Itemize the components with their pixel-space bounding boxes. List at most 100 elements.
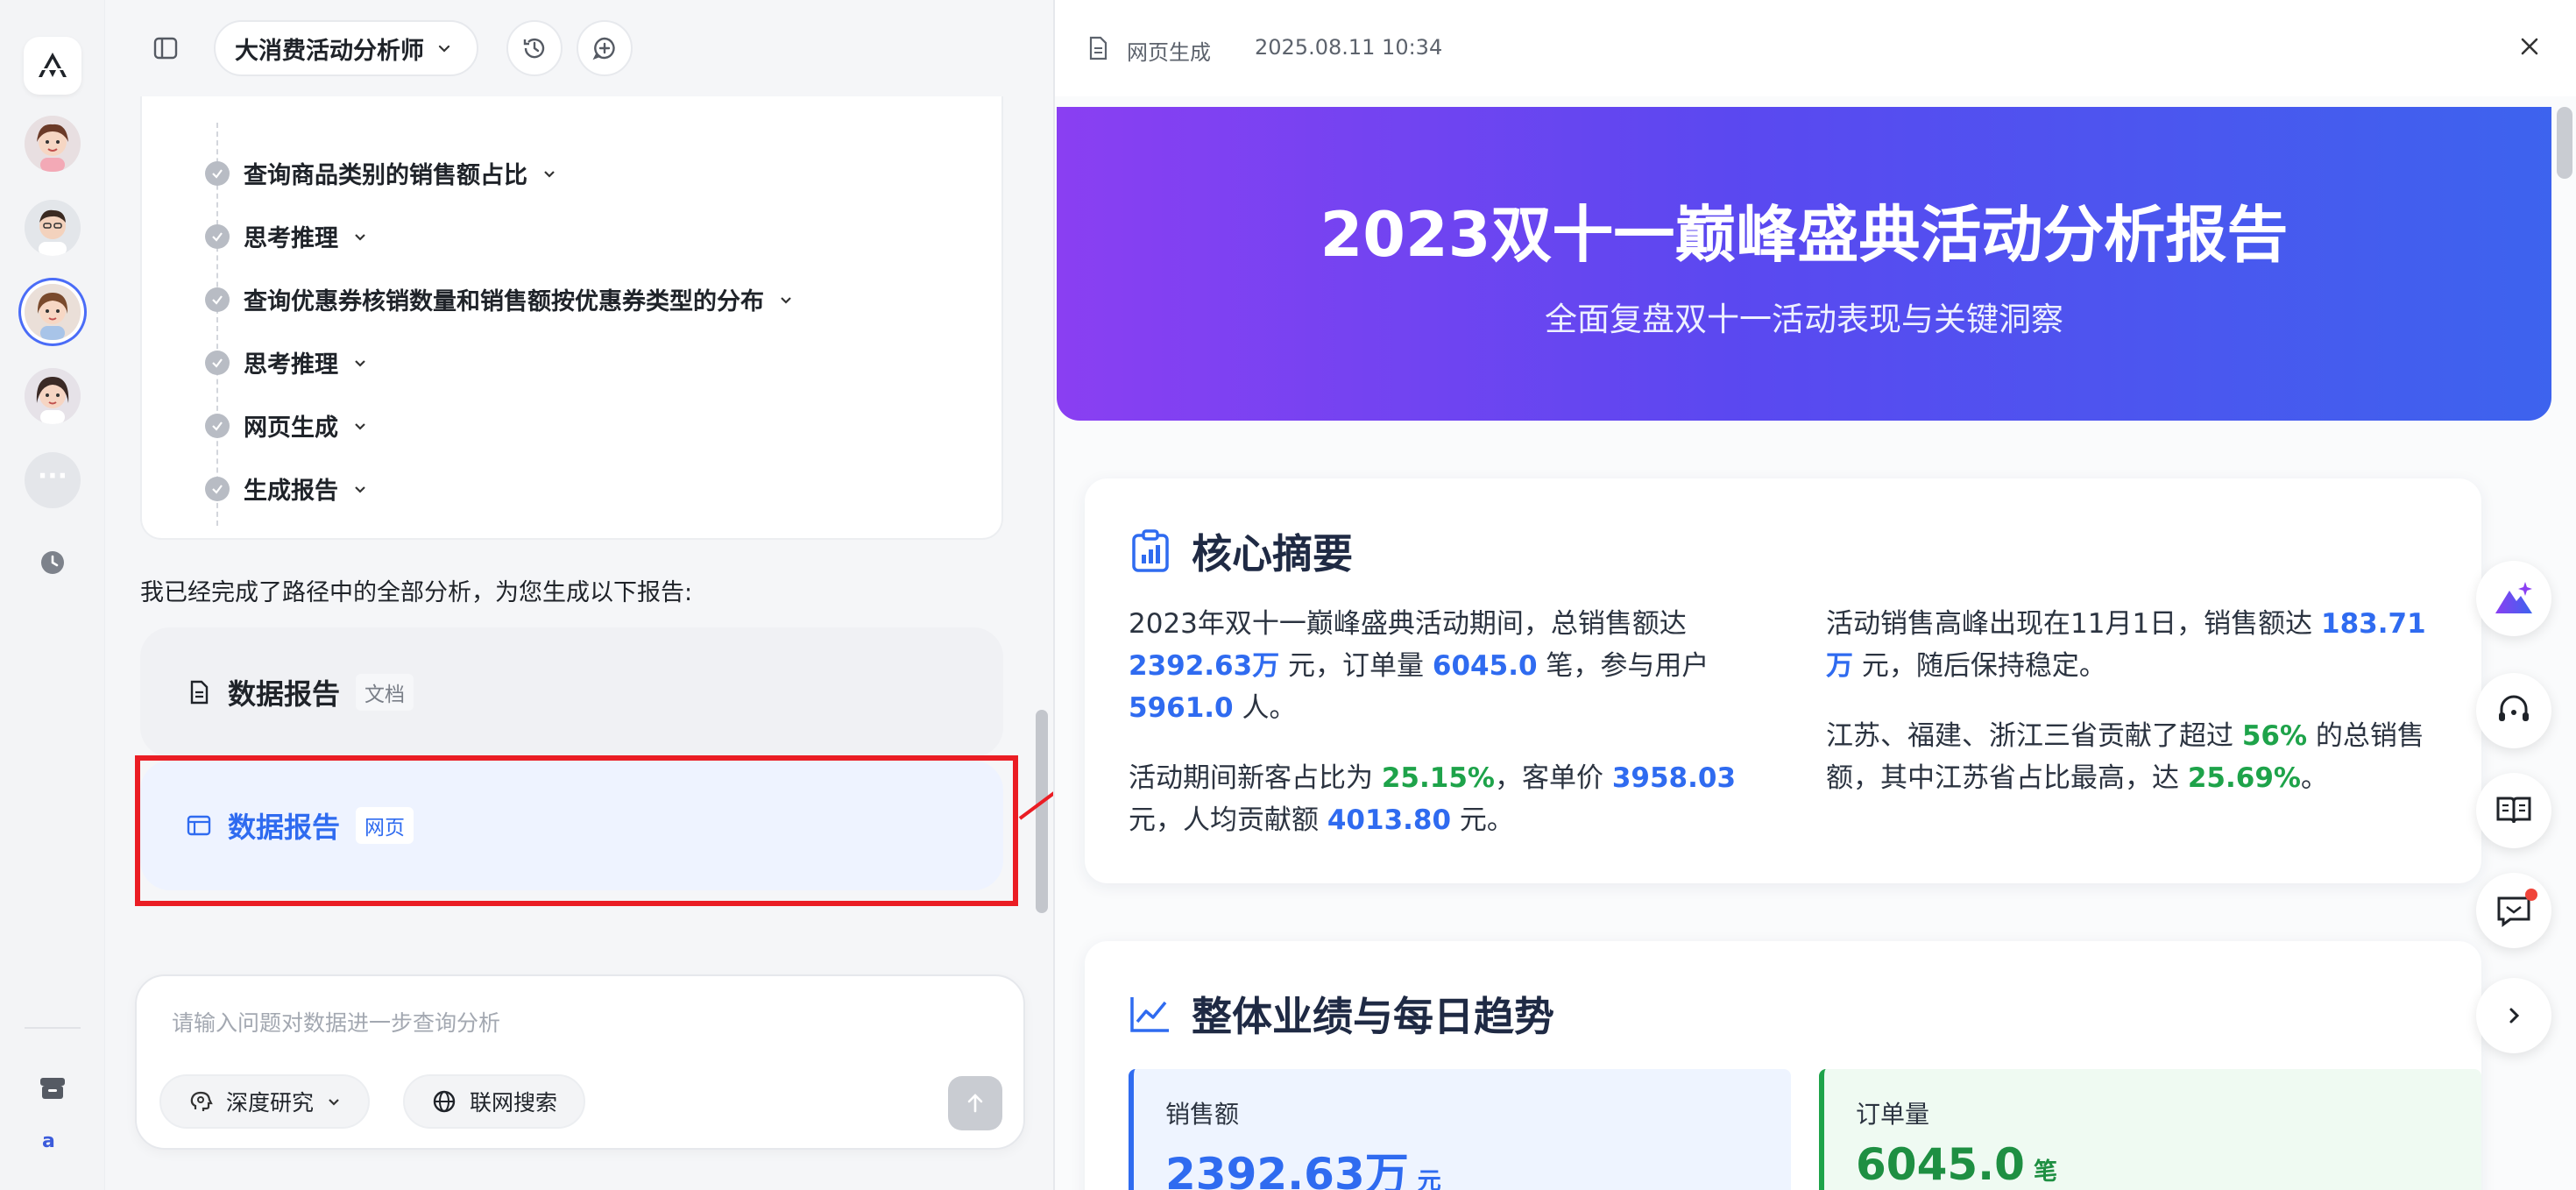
check-icon <box>205 160 230 186</box>
kpi-value: 6045.0 笔 <box>1856 1139 2057 1190</box>
app-logo[interactable] <box>24 37 81 95</box>
preview-scrollbar[interactable] <box>2557 107 2572 179</box>
avatar-girl-icon <box>25 116 81 172</box>
performance-card: 整体业绩与每日趋势 销售额 2392.63万元 订单量 6045.0 笔 <box>1085 941 2481 1190</box>
step-item[interactable]: 生成报告 <box>205 471 368 506</box>
history-clock-icon[interactable] <box>39 549 67 580</box>
kpi-orders: 订单量 6045.0 笔 <box>1819 1069 2481 1190</box>
kpi-value: 2392.63万元 <box>1165 1149 1441 1190</box>
user-account-letter[interactable]: a <box>42 1130 55 1152</box>
step-label: 查询优惠券核销数量和销售额按优惠券类型的分布 <box>244 288 764 315</box>
agent-avatar-3-selected[interactable] <box>25 284 81 340</box>
agent-selector[interactable]: 大消费活动分析师 <box>214 20 478 76</box>
summary-paragraph-3: 活动销售高峰出现在11月1日，销售额达 183.71万 元，随后保持稳定。 <box>1826 608 2426 682</box>
assistant-message: 我已经完成了路径中的全部分析，为您生成以下报告: <box>140 579 693 606</box>
deep-research-label: 深度研究 <box>226 1090 315 1116</box>
agent-avatar-2[interactable] <box>25 200 81 256</box>
performance-heading: 整体业绩与每日趋势 <box>1129 985 1554 1043</box>
archive-box-icon[interactable] <box>37 1073 68 1108</box>
chevron-down-icon <box>781 296 791 304</box>
arrow-up-icon <box>967 1094 983 1113</box>
brain-icon <box>190 1091 213 1111</box>
check-icon <box>205 287 230 312</box>
analysis-steps-card: 查询商品类别的销售额占比 思考推理 查询优惠券核销数量和销售额按优惠券类型的分布… <box>140 96 1003 540</box>
chevron-down-icon <box>329 1099 339 1106</box>
step-label: 思考推理 <box>244 225 338 252</box>
step-label: 查询商品类别的销售额占比 <box>244 162 527 189</box>
document-icon <box>190 680 209 705</box>
new-chat-button[interactable] <box>577 20 633 76</box>
avatar-girl-2-icon <box>25 368 81 424</box>
report-card-document[interactable]: 数据报告 文档 <box>140 627 1003 757</box>
globe-icon <box>433 1090 456 1113</box>
report-title: 2023双十一巅峰盛典活动分析报告 <box>1320 199 2289 271</box>
agent-avatar-1[interactable] <box>25 116 81 172</box>
ai-assistant-button[interactable] <box>2476 561 2551 636</box>
report-card-title: 数据报告 <box>228 677 341 711</box>
step-item[interactable]: 思考推理 <box>205 345 368 379</box>
avatar-boy-icon <box>25 200 81 256</box>
composer: 请输入问题对数据进一步查询分析 深度研究 联网搜索 <box>135 974 1025 1150</box>
chat-pane: 大消费活动分析师 查询商品类别的销售额占比 思考推理 查询优惠券核销数量和销售额… <box>105 0 1053 1190</box>
collapse-panel-button[interactable] <box>2476 978 2551 1053</box>
report-card-tag: 文档 <box>356 674 414 711</box>
step-label: 生成报告 <box>244 478 338 505</box>
close-icon[interactable] <box>2516 33 2543 60</box>
preview-type: 网页生成 <box>1127 40 1211 65</box>
customer-support-button[interactable] <box>2476 673 2551 748</box>
step-item[interactable]: 查询优惠券核销数量和销售额按优惠券类型的分布 <box>205 282 794 316</box>
chevron-right-icon <box>2509 1008 2520 1024</box>
check-icon <box>205 223 230 249</box>
message-input[interactable]: 请输入问题对数据进一步查询分析 <box>172 1006 500 1038</box>
headset-icon <box>2499 695 2529 721</box>
report-hero-banner: 2023双十一巅峰盛典活动分析报告 全面复盘双十一活动表现与关键洞察 <box>1057 107 2551 421</box>
chat-toolbar: 大消费活动分析师 <box>105 0 1053 96</box>
chevron-down-icon <box>355 359 365 367</box>
rail-divider <box>25 1027 81 1029</box>
new-chat-icon <box>592 37 615 60</box>
chevron-down-icon <box>355 233 365 241</box>
feedback-button[interactable] <box>2476 873 2551 948</box>
step-item[interactable]: 网页生成 <box>205 408 368 443</box>
logo-icon <box>39 53 67 77</box>
summary-paragraph-1: 2023年双十一巅峰盛典活动期间，总销售额达 2392.63万 元，订单量 60… <box>1129 608 1709 724</box>
web-search-toggle[interactable]: 联网搜索 <box>403 1074 586 1129</box>
preview-panel: 网页生成 2025.08.11 10:34 2023双十一巅峰盛典活动分析报告 … <box>1053 0 2576 1190</box>
summary-paragraph-2: 活动期间新客占比为 25.15%，客单价 3958.03 元，人均贡献额 401… <box>1129 762 1737 836</box>
agent-selector-label: 大消费活动分析师 <box>235 37 424 65</box>
summary-card: 核心摘要 2023年双十一巅峰盛典活动期间，总销售额达 2392.63万 元，订… <box>1085 478 2481 883</box>
step-item[interactable]: 思考推理 <box>205 219 368 253</box>
check-icon <box>205 413 230 438</box>
preview-timestamp: 2025.08.11 10:34 <box>1255 35 1443 60</box>
check-icon <box>205 350 230 375</box>
send-button[interactable] <box>948 1076 1002 1130</box>
clipboard-chart-icon <box>1132 529 1169 572</box>
history-icon <box>523 38 545 59</box>
book-icon <box>2496 797 2531 824</box>
avatar-woman-icon <box>25 284 81 340</box>
kpi-label: 订单量 <box>1856 1100 1930 1129</box>
chevron-down-icon <box>544 170 555 178</box>
summary-title: 核心摘要 <box>1192 530 1353 577</box>
agent-avatar-4[interactable] <box>25 368 81 424</box>
more-agents-button[interactable]: ··· <box>25 452 81 508</box>
deep-research-toggle[interactable]: 深度研究 <box>159 1074 371 1129</box>
sidebar-toggle-icon[interactable] <box>152 35 179 65</box>
kpi-sales: 销售额 2392.63万元 <box>1129 1069 1791 1190</box>
check-icon <box>205 476 230 501</box>
history-button[interactable] <box>506 20 563 76</box>
highlight-annotation-box <box>135 755 1018 906</box>
magic-mountain-icon <box>2495 582 2532 613</box>
chevron-down-icon <box>355 485 365 493</box>
step-label: 网页生成 <box>244 414 338 442</box>
chevron-down-icon <box>355 422 365 430</box>
line-chart-icon <box>1130 997 1169 1032</box>
guide-book-button[interactable] <box>2476 773 2551 848</box>
summary-heading: 核心摘要 <box>1129 522 1353 580</box>
preview-header: 网页生成 2025.08.11 10:34 <box>1055 0 2576 96</box>
summary-paragraph-4: 江苏、福建、浙江三省贡献了超过 56% 的总销售额，其中江苏省占比最高，达 25… <box>1826 720 2424 794</box>
step-label: 思考推理 <box>244 351 338 379</box>
step-item[interactable]: 查询商品类别的销售额占比 <box>205 156 557 190</box>
report-subtitle: 全面复盘双十一活动表现与关键洞察 <box>1545 301 2063 338</box>
web-search-label: 联网搜索 <box>470 1090 558 1116</box>
